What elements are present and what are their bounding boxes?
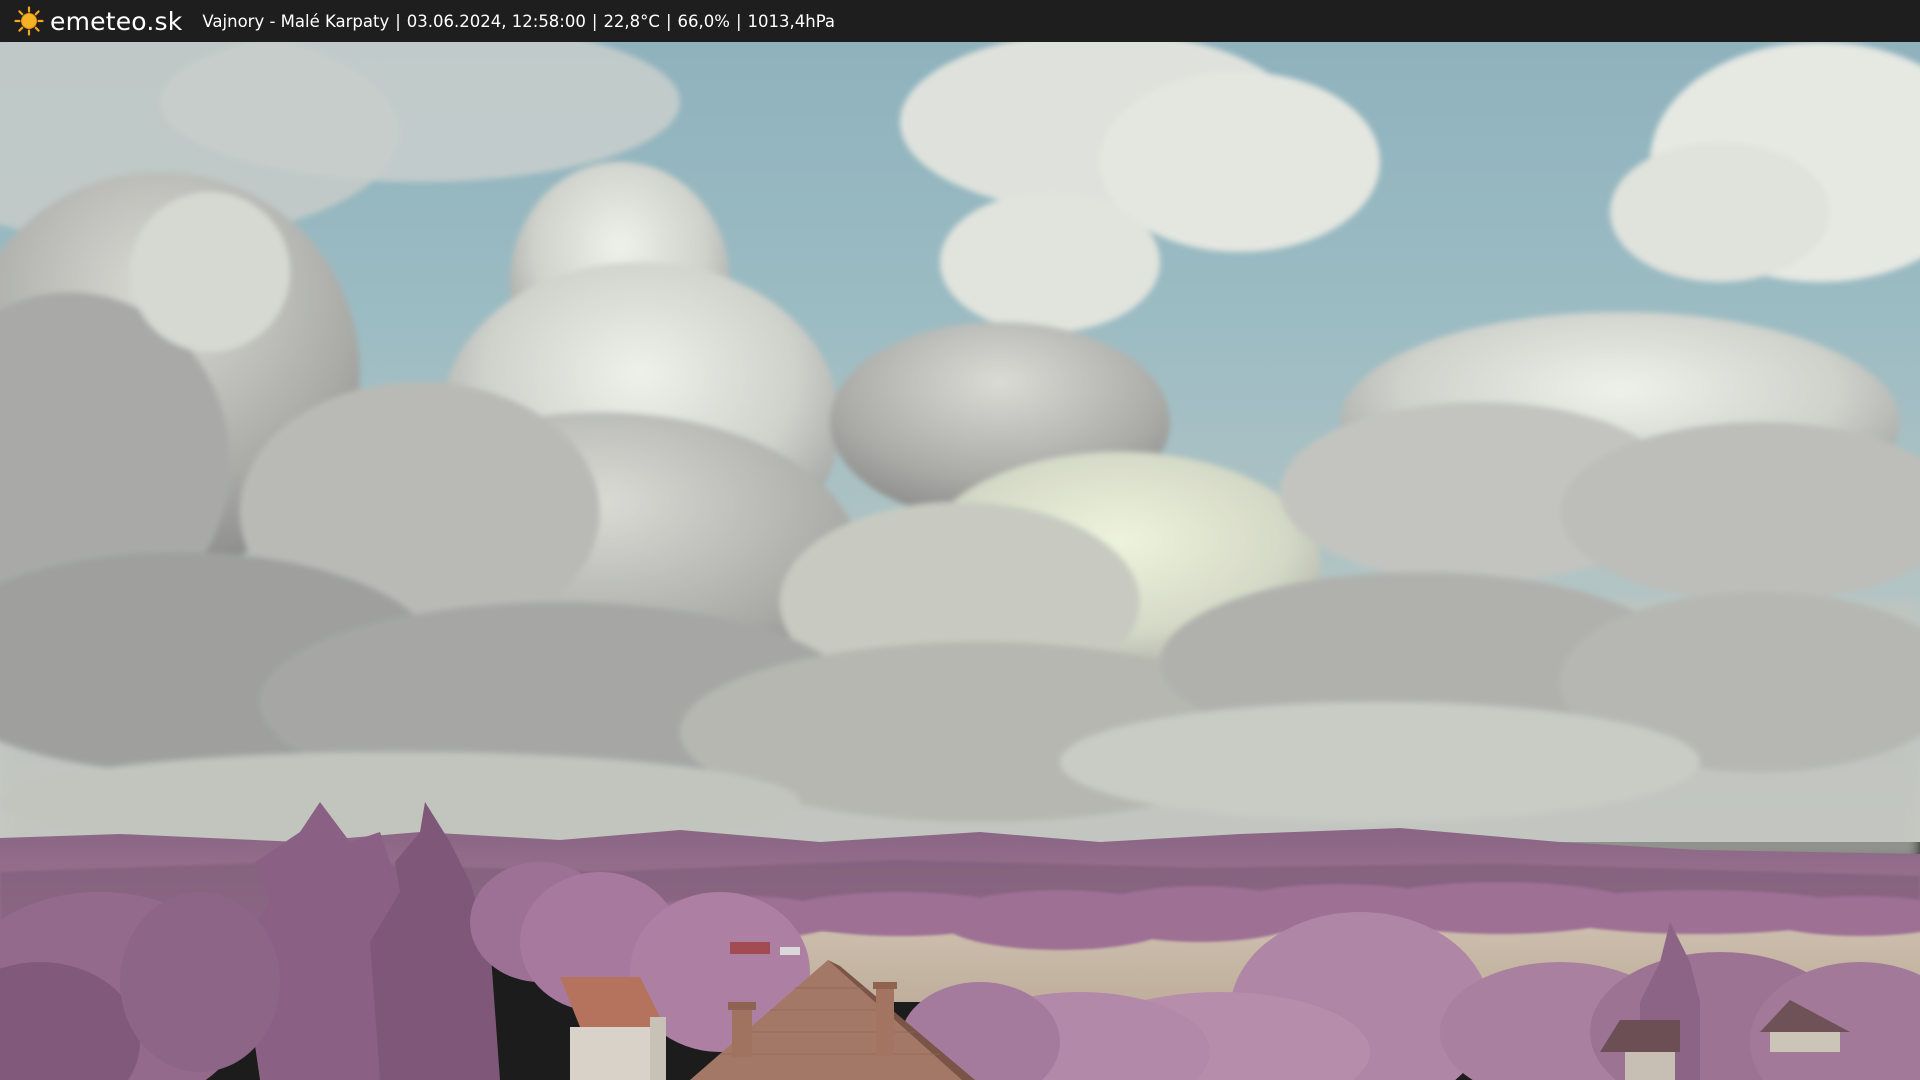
brand-logo-text: emeteo.sk (50, 6, 183, 36)
separator: | (735, 11, 742, 31)
sun-icon (14, 6, 44, 36)
separator: | (591, 11, 598, 31)
separator: | (665, 11, 672, 31)
webcam-image (0, 42, 1920, 1080)
webcam-scene (0, 42, 1920, 1080)
separator: | (395, 11, 401, 31)
location-text: Vajnory - Malé Karpaty (202, 11, 390, 31)
info-bar: emeteo.sk Vajnory - Malé Karpaty | 03.06.2… (0, 0, 1920, 42)
weather-info: Vajnory - Malé Karpaty | 03.06.2024, 12:58… (202, 12, 835, 31)
datetime-text: 03.06.2024, 12:58:00 (406, 11, 586, 31)
pressure-text: 1013,4hPa (747, 11, 836, 31)
webcam-frame: emeteo.sk Vajnory - Malé Karpaty | 03.06.2… (0, 0, 1920, 1080)
temperature-text: 22,8°C (603, 11, 660, 31)
humidity-text: 66,0% (677, 11, 730, 31)
